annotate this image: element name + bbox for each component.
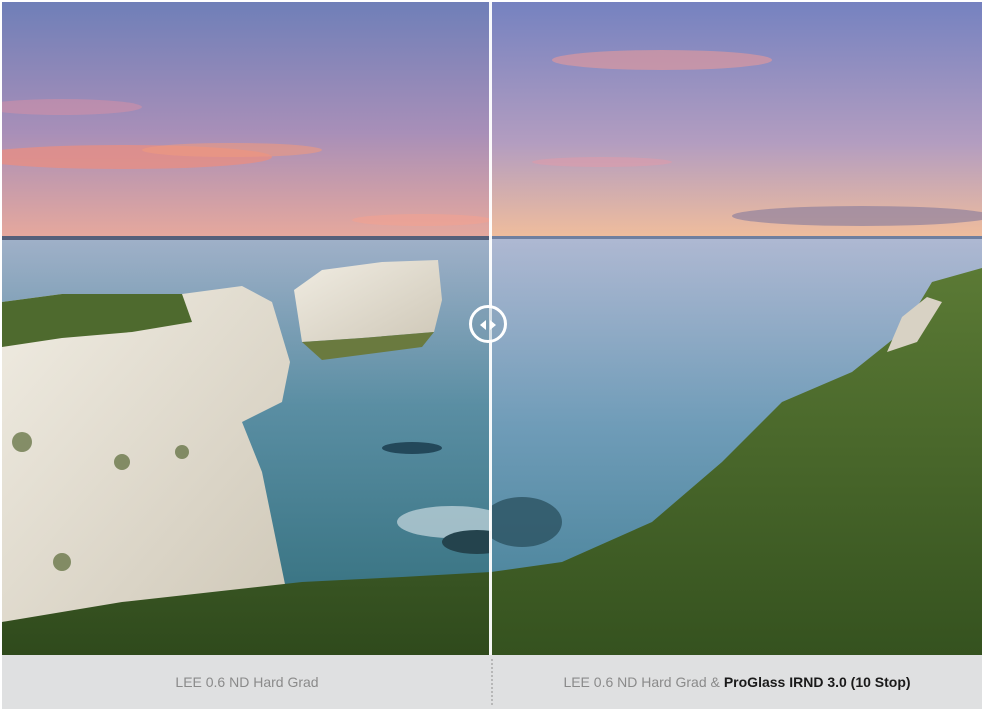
caption-before-text: LEE 0.6 ND Hard Grad	[175, 674, 319, 690]
arrow-right-icon	[490, 320, 496, 330]
caption-bar: LEE 0.6 ND Hard Grad LEE 0.6 ND Hard Gra…	[2, 655, 982, 709]
arrow-left-icon	[480, 320, 486, 330]
caption-after-emphasis: ProGlass IRND 3.0 (10 Stop)	[723, 674, 911, 690]
caption-after: LEE 0.6 ND Hard Grad & ProGlass IRND 3.0…	[492, 655, 982, 709]
comparison-handle[interactable]	[469, 305, 507, 343]
caption-after-prefix: LEE 0.6 ND Hard Grad &	[563, 674, 720, 690]
after-image	[491, 2, 982, 655]
before-image	[2, 2, 491, 655]
image-comparison-slider[interactable]	[2, 2, 982, 655]
caption-before: LEE 0.6 ND Hard Grad	[2, 655, 492, 709]
